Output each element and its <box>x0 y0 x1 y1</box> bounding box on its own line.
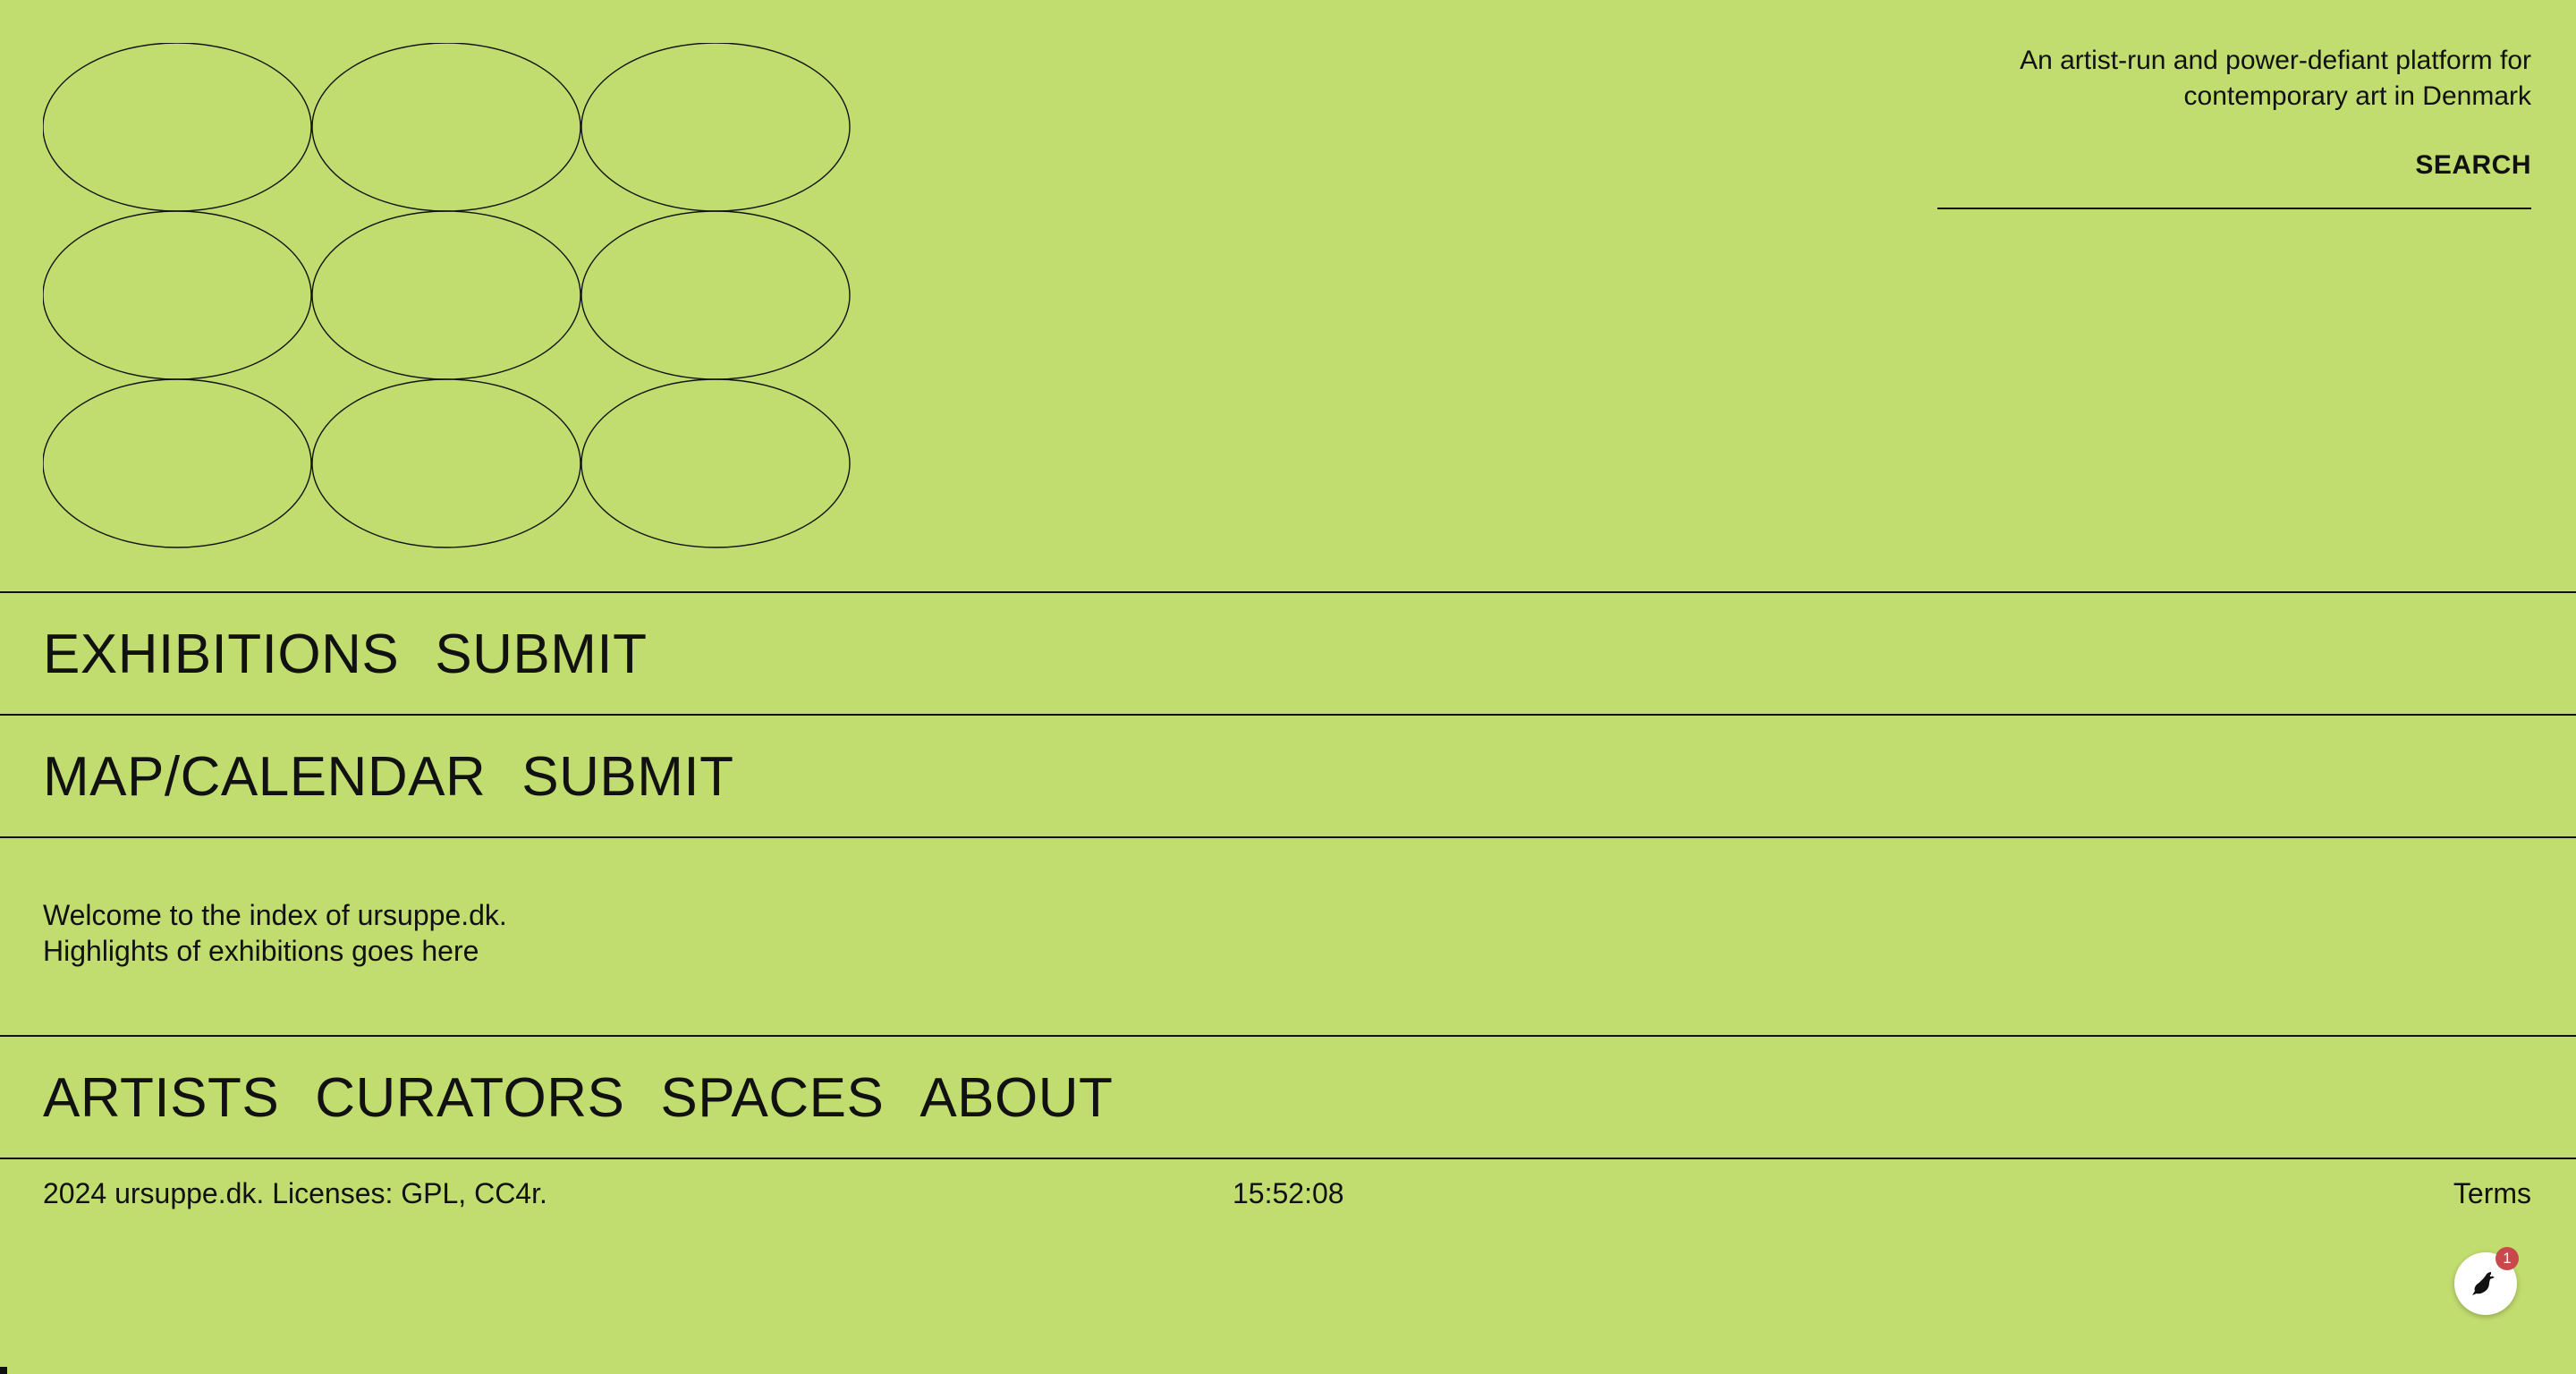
search-input[interactable] <box>1937 143 2406 204</box>
exhibitions-nav: EXHIBITIONS SUBMIT <box>0 591 2576 717</box>
window-corner <box>0 1367 7 1374</box>
welcome-line-2: Highlights of exhibitions goes here <box>43 935 479 967</box>
notification-badge: 1 <box>2496 1247 2519 1270</box>
nav-submit-exhibition[interactable]: SUBMIT <box>435 627 647 683</box>
nav-curators[interactable]: CURATORS <box>315 1071 624 1126</box>
footer-clock: 15:52:08 <box>1233 1177 1344 1209</box>
search-field[interactable]: SEARCH <box>1937 143 2531 209</box>
ursuppe-logo[interactable] <box>43 43 852 551</box>
site-header: An artist-run and power-defiant platform… <box>0 0 2576 591</box>
welcome-line-1: Welcome to the index of ursuppe.dk. <box>43 899 507 931</box>
nav-artists[interactable]: ARTISTS <box>43 1071 279 1126</box>
nav-exhibitions[interactable]: EXHIBITIONS <box>43 627 399 683</box>
nav-submit-event[interactable]: SUBMIT <box>521 750 733 805</box>
terms-link[interactable]: Terms <box>2453 1177 2531 1210</box>
nav-spaces[interactable]: SPACES <box>660 1071 884 1126</box>
nav-about[interactable]: ABOUT <box>919 1071 1113 1126</box>
search-label[interactable]: SEARCH <box>2415 150 2531 181</box>
footer-copyright: 2024 ursuppe.dk. Licenses: GPL, CC4r. <box>43 1177 547 1209</box>
site-footer: 2024 ursuppe.dk. Licenses: GPL, CC4r. 15… <box>0 1158 2576 1374</box>
map-calendar-nav: MAP/CALENDAR SUBMIT <box>0 714 2576 839</box>
site-tagline: An artist-run and power-defiant platform… <box>2020 46 2531 111</box>
bird-icon <box>2472 1272 2495 1295</box>
welcome-section: Welcome to the index of ursuppe.dk. High… <box>0 836 2576 1035</box>
directory-nav: ARTISTS CURATORS SPACES ABOUT <box>0 1035 2576 1160</box>
nav-map-calendar[interactable]: MAP/CALENDAR <box>43 750 486 805</box>
chat-widget-button[interactable]: 1 <box>2454 1247 2519 1315</box>
